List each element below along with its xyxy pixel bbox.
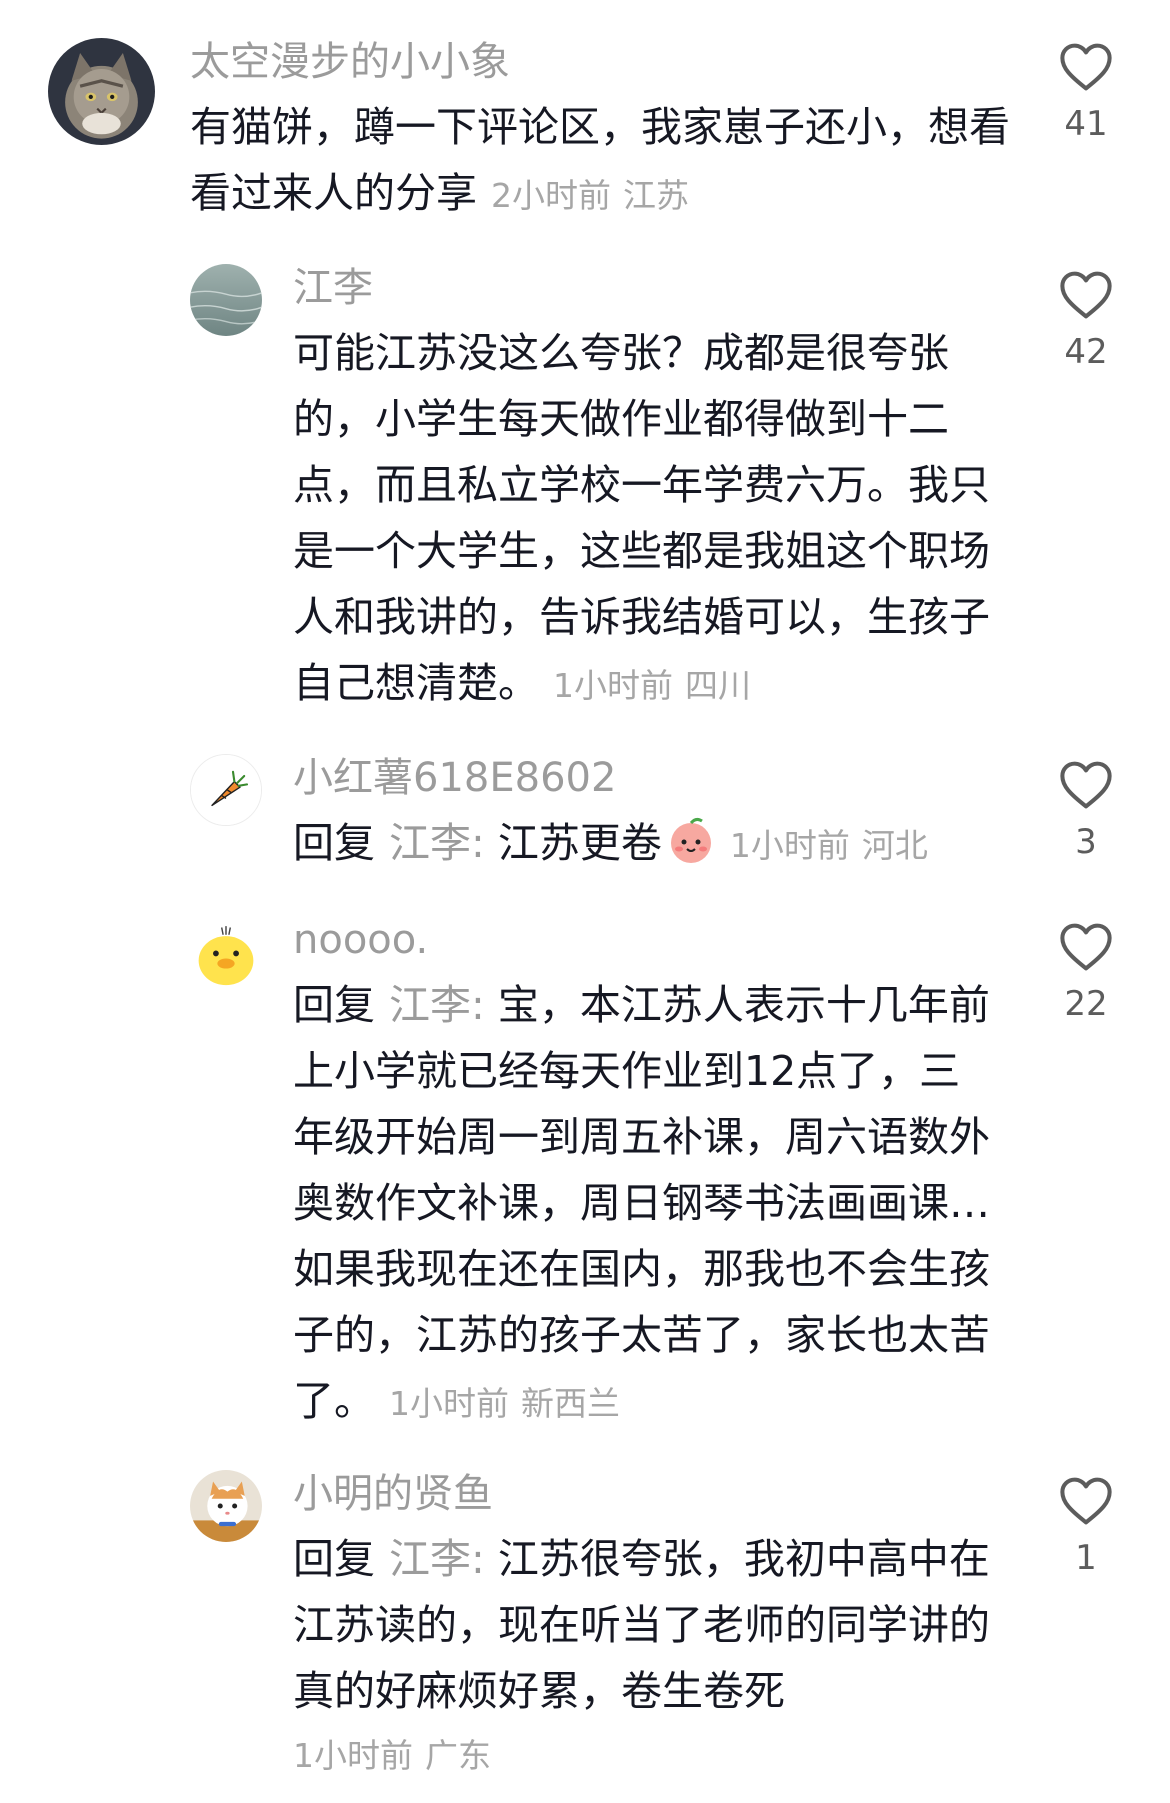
comment-location: 广东 xyxy=(425,1736,491,1775)
comment-username[interactable]: noooo. xyxy=(293,914,993,966)
like-button[interactable]: 1 xyxy=(1026,1476,1146,1578)
comment-text: 可能江苏没这么夸张？成都是很夸张的，小学生每天做作业都得做到十二点，而且私立学校… xyxy=(293,320,993,719)
comment-time: 1小时前 xyxy=(293,1736,413,1775)
comment-time: 1小时前 xyxy=(729,826,850,865)
comment-content: 宝，本江苏人表示十几年前上小学就已经每天作业到12点了，三年级开始周一到周五补课… xyxy=(293,981,990,1425)
comment-location: 新西兰 xyxy=(521,1384,620,1423)
comment-text: 有猫饼，蹲一下评论区，我家崽子还小，想看看过来人的分享 2小时前 江苏 xyxy=(190,94,1010,229)
like-count: 41 xyxy=(1064,104,1108,144)
comment-time: 2小时前 xyxy=(491,176,611,215)
comment-text: 回复 江李: 宝，本江苏人表示十几年前上小学就已经每天作业到12点了，三年级开始周… xyxy=(293,972,993,1437)
like-count: 3 xyxy=(1075,822,1097,862)
reply-target-user[interactable]: 江李: xyxy=(389,1535,485,1583)
comment-username[interactable]: 小红薯618E8602 xyxy=(293,752,993,804)
like-button[interactable]: 3 xyxy=(1026,760,1146,862)
like-count: 22 xyxy=(1064,984,1108,1024)
carrot-avatar-icon[interactable] xyxy=(190,754,262,826)
reply-target-user[interactable]: 江李: xyxy=(389,981,485,1029)
comment-username[interactable]: 小明的贤鱼 xyxy=(293,1468,993,1520)
comment-username[interactable]: 太空漫步的小小象 xyxy=(190,36,1010,88)
like-count: 42 xyxy=(1064,332,1108,372)
comment-content: 可能江苏没这么夸张？成都是很夸张的，小学生每天做作业都得做到十二点，而且私立学校… xyxy=(293,329,990,707)
heart-icon xyxy=(1060,761,1112,809)
heart-icon xyxy=(1060,1477,1112,1525)
like-button[interactable]: 22 xyxy=(1026,922,1146,1024)
comment-time: 1小时前 xyxy=(553,666,673,705)
reply-target-user[interactable]: 江李: xyxy=(389,819,485,867)
like-count: 1 xyxy=(1075,1538,1097,1578)
heart-icon xyxy=(1060,43,1112,91)
like-button[interactable]: 41 xyxy=(1026,42,1146,144)
sea-avatar-icon[interactable] xyxy=(190,264,262,336)
reply-label: 回复 xyxy=(293,819,375,867)
cat-avatar-icon[interactable] xyxy=(48,38,155,145)
reply-label: 回复 xyxy=(293,1535,375,1583)
comment-meta: 1小时前 广东 xyxy=(293,1732,993,1780)
comment-text: 回复 江李: 江苏更卷 1小时前 河北 xyxy=(293,810,993,879)
comment-text: 回复 江李: 江苏很夸张，我初中高中在江苏读的，现在听当了老师的同学讲的真的好麻烦… xyxy=(293,1526,993,1724)
like-button[interactable]: 42 xyxy=(1026,270,1146,372)
comment-time: 1小时前 xyxy=(389,1384,509,1423)
comment-content: 江苏更卷 xyxy=(497,819,662,867)
duck-avatar-icon[interactable] xyxy=(190,916,262,988)
heart-icon xyxy=(1060,923,1112,971)
heart-icon xyxy=(1060,271,1112,319)
peach-face-emoji xyxy=(670,817,711,863)
comment-location: 河北 xyxy=(861,826,928,865)
kitten-avatar-icon[interactable] xyxy=(190,1470,262,1542)
comment-username[interactable]: 江李 xyxy=(293,262,993,314)
reply-label: 回复 xyxy=(293,981,375,1029)
comment-location: 四川 xyxy=(685,666,751,705)
comment-location: 江苏 xyxy=(623,176,689,215)
